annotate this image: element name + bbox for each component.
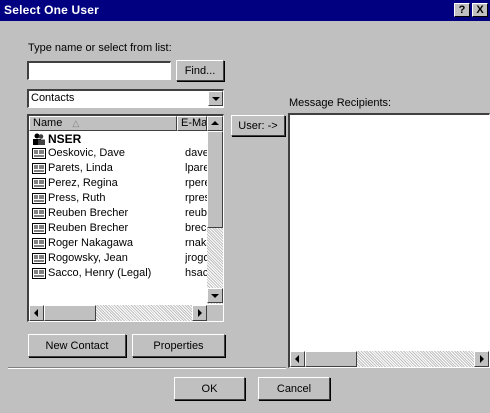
scroll-down-button[interactable] (207, 288, 223, 303)
column-header-email[interactable]: E-Ma (177, 116, 207, 131)
chevron-right-icon (480, 355, 484, 363)
contact-name: Perez, Regina (48, 177, 118, 189)
recipients-horizontal-scrollbar[interactable] (290, 351, 489, 367)
list-horizontal-scrollbar[interactable] (29, 305, 207, 321)
contact-name: NSER (48, 132, 82, 146)
chevron-left-icon (295, 355, 299, 363)
recipients-label-text: Message Recipients: (289, 97, 392, 109)
contact-name: Rogowsky, Jean (48, 252, 128, 264)
contact-card-icon (32, 268, 46, 279)
contact-card-icon (32, 223, 46, 234)
contact-name: Sacco, Henry (Legal) (48, 267, 152, 279)
list-item[interactable]: Rogowsky, Jean jrogo (29, 251, 209, 266)
select-user-dialog: Select One User ? X Type name or select … (0, 0, 490, 413)
horizontal-scroll-thumb[interactable] (44, 305, 96, 321)
chevron-down-icon (212, 97, 220, 101)
scroll-left-button[interactable] (29, 305, 44, 321)
recipients-scroll-right-button[interactable] (474, 351, 489, 367)
add-user-button[interactable]: User: -> (231, 115, 285, 136)
new-contact-button[interactable]: New Contact (28, 334, 126, 357)
search-label-text: Type name or select from list: (28, 42, 172, 54)
chevron-down-icon (211, 294, 219, 298)
help-button[interactable]: ? (454, 3, 470, 17)
title-bar[interactable]: Select One User ? X (0, 0, 490, 21)
scroll-right-button[interactable] (192, 305, 207, 321)
contact-card-icon (32, 193, 46, 204)
search-input[interactable] (27, 61, 171, 80)
contact-card-icon (32, 253, 46, 264)
recipients-scroll-left-button[interactable] (290, 351, 305, 367)
list-item[interactable]: Reuben Brecher brecl (29, 221, 209, 236)
close-button[interactable]: X (472, 3, 488, 17)
properties-button[interactable]: Properties (132, 334, 225, 357)
contact-card-icon (32, 238, 46, 249)
contact-card-icon (32, 148, 46, 159)
recipients-list[interactable] (288, 113, 490, 368)
contact-name: Oeskovic, Dave (48, 147, 126, 159)
window-title: Select One User (4, 3, 100, 17)
contact-name: Press, Ruth (48, 192, 106, 204)
list-item[interactable]: NSER (29, 131, 207, 146)
contact-card-icon (32, 178, 46, 189)
list-item[interactable]: Roger Nakagawa rnaka (29, 236, 213, 251)
column-header-email-label: E-Ma (181, 117, 207, 129)
list-item[interactable]: Perez, Regina rpere (29, 176, 211, 191)
list-item[interactable]: Parets, Linda lpare (29, 161, 209, 176)
address-book-dropdown-button[interactable] (208, 91, 223, 106)
list-vertical-scrollbar[interactable] (207, 116, 223, 304)
sort-ascending-icon: △ (72, 118, 80, 128)
contact-name: Parets, Linda (48, 162, 113, 174)
group-icon (32, 133, 46, 145)
list-item[interactable]: Press, Ruth rpres (29, 191, 210, 206)
chevron-right-icon (198, 309, 202, 317)
find-button[interactable]: Find... (176, 60, 224, 81)
column-header-name-label: Name (33, 117, 63, 129)
contact-card-icon (32, 208, 46, 219)
contact-list[interactable]: Name △ E-Ma NSER Oeskovic, Dave dave Parets,… (27, 114, 224, 322)
list-item[interactable]: Oeskovic, Dave dave (29, 146, 209, 161)
address-book-select[interactable]: Contacts (27, 89, 224, 108)
chevron-up-icon (211, 121, 219, 125)
cancel-button[interactable]: Cancel (258, 377, 330, 400)
column-header-name[interactable]: Name △ (29, 116, 177, 131)
contact-name: Reuben Brecher (48, 222, 129, 234)
vertical-scroll-thumb[interactable] (207, 131, 223, 228)
list-item[interactable]: Reuben Brecher reube (29, 206, 213, 221)
chevron-left-icon (34, 309, 38, 317)
contact-name: Reuben Brecher (48, 207, 129, 219)
separator (8, 367, 286, 369)
scroll-up-button[interactable] (207, 116, 223, 131)
recipients-label: Message Recipients: (289, 97, 391, 109)
list-item[interactable]: Sacco, Henry (Legal) hsac (29, 266, 208, 281)
address-book-selected: Contacts (31, 92, 75, 104)
scrollbar-corner (207, 305, 223, 321)
ok-button[interactable]: OK (174, 377, 245, 400)
search-label: Type name or select from list: (28, 42, 172, 54)
contact-name: Roger Nakagawa (48, 237, 133, 249)
contact-card-icon (32, 163, 46, 174)
recipients-horizontal-scroll-thumb[interactable] (305, 351, 357, 367)
